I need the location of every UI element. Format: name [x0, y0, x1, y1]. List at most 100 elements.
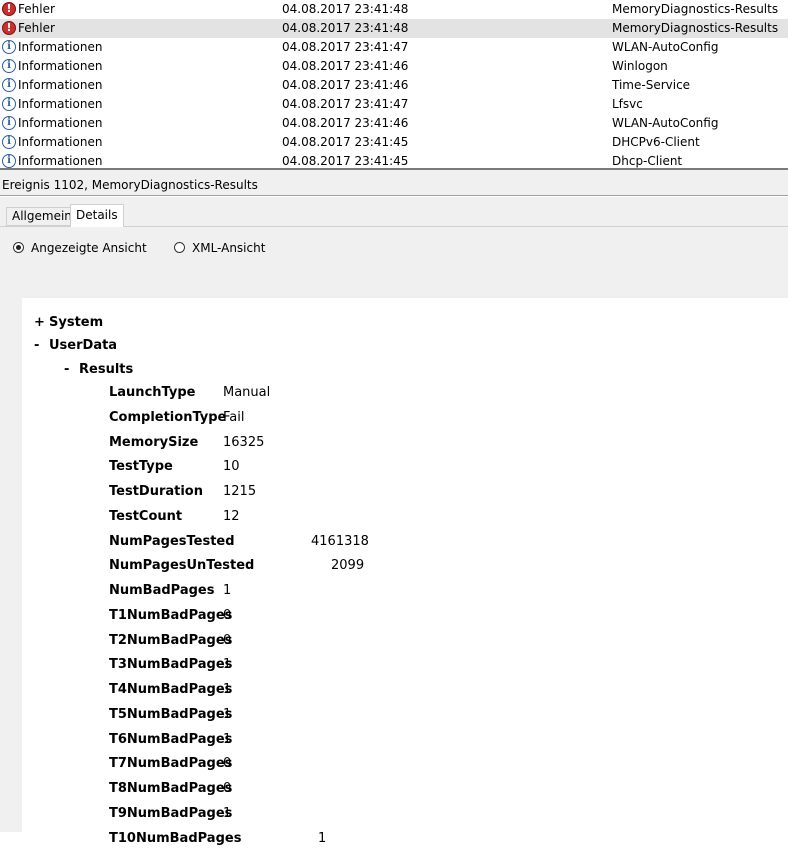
event-source: WLAN-AutoConfig: [612, 40, 719, 54]
property-row: T10NumBadPages 1: [109, 830, 326, 849]
property-name: T10NumBadPages: [109, 830, 242, 846]
event-data-tree: + System - UserData - Results LaunchType…: [22, 298, 788, 848]
friendly-view-label: Angezeigte Ansicht: [31, 241, 147, 255]
property-row: T5NumBadPages 1: [109, 707, 232, 725]
tree-node-userdata[interactable]: UserData: [49, 338, 117, 354]
property-name: T7NumBadPages: [109, 756, 233, 772]
property-row: T6NumBadPages 1: [109, 732, 232, 750]
event-detail-pane: Allgemein Details Angezeigte Ansicht XML…: [0, 197, 788, 848]
property-value: 0: [223, 607, 232, 623]
event-source: DHCPv6-Client: [612, 135, 700, 149]
event-row[interactable]: i Informationen 04.08.2017 23:41:46 Winlogo…: [0, 57, 788, 76]
tab-allgemein[interactable]: Allgemein: [6, 207, 78, 226]
property-value: 1: [223, 805, 232, 821]
property-row: T3NumBadPages 1: [109, 657, 232, 675]
property-row: T7NumBadPages 0: [109, 756, 232, 774]
event-date: 04.08.2017 23:41:46: [282, 78, 409, 92]
event-details-header: Ereignis 1102, MemoryDiagnostics-Results: [0, 170, 788, 196]
event-row[interactable]: ! Fehler 04.08.2017 23:41:48 MemoryDiagnost…: [0, 0, 788, 19]
property-name: T3NumBadPages: [109, 657, 233, 673]
event-level: Informationen: [18, 78, 103, 92]
xml-view-label: XML-Ansicht: [192, 241, 266, 255]
property-value: 1: [223, 706, 232, 722]
event-level: Informationen: [18, 59, 103, 73]
property-name: T4NumBadPages: [109, 682, 233, 697]
tab-details[interactable]: Details: [70, 204, 124, 227]
property-value: 0: [223, 632, 232, 648]
property-name: TestDuration: [109, 484, 203, 499]
property-name: T1NumBadPages: [109, 607, 233, 623]
info-icon: i: [2, 97, 16, 111]
error-icon: !: [2, 21, 16, 35]
event-date: 04.08.2017 23:41:45: [282, 154, 409, 168]
event-source: Winlogon: [612, 59, 668, 73]
event-date: 04.08.2017 23:41:47: [282, 97, 409, 111]
property-value: 0: [223, 781, 232, 796]
property-row: T9NumBadPages 1: [109, 806, 232, 824]
property-value: 4161318: [311, 533, 369, 549]
info-icon: i: [2, 40, 16, 54]
property-value: 0: [223, 756, 232, 772]
property-row: T1NumBadPages 0: [109, 608, 232, 626]
property-name: CompletionType: [109, 409, 227, 425]
event-source: WLAN-AutoConfig: [612, 116, 719, 130]
property-row: NumPagesTested 4161318: [109, 533, 369, 552]
event-source: MemoryDiagnostics-Results: [612, 2, 779, 16]
event-level: Informationen: [18, 40, 103, 54]
property-name: TestCount: [109, 508, 183, 524]
event-title: Ereignis 1102, MemoryDiagnostics-Results: [2, 178, 258, 192]
event-list[interactable]: ! Fehler 04.08.2017 23:41:48 MemoryDiagnost…: [0, 0, 788, 168]
details-tab-content: Angezeigte Ansicht XML-Ansicht + System …: [0, 226, 788, 848]
property-row: T8NumBadPages 0: [109, 781, 232, 799]
property-row: NumPagesUnTested 2099: [109, 558, 364, 576]
property-name: LaunchType: [109, 385, 196, 400]
collapse-userdata-toggle[interactable]: -: [34, 338, 39, 353]
event-row[interactable]: i Informationen 04.08.2017 23:41:45 DHCPv6-…: [0, 133, 788, 152]
property-value: 12: [223, 508, 240, 524]
event-level: Informationen: [18, 154, 103, 168]
tree-node-results[interactable]: Results: [79, 362, 133, 378]
radio-selected-icon: [13, 242, 24, 253]
info-icon: i: [2, 78, 16, 92]
error-icon: !: [2, 2, 16, 16]
property-value: 1: [223, 583, 232, 598]
event-date: 04.08.2017 23:41:46: [282, 59, 409, 73]
event-row[interactable]: ! Fehler 04.08.2017 23:41:48 MemoryDiagnost…: [0, 19, 788, 38]
event-date: 04.08.2017 23:41:48: [282, 21, 409, 35]
property-value: 1: [318, 830, 327, 846]
property-value: 2099: [331, 558, 365, 574]
event-source: Lfsvc: [612, 97, 643, 111]
event-source: Dhcp-Client: [612, 154, 683, 168]
event-row[interactable]: i Informationen 04.08.2017 23:41:46 Time-Se…: [0, 76, 788, 95]
property-name: T9NumBadPages: [109, 805, 233, 821]
property-name: NumPagesTested: [109, 533, 235, 549]
property-value: Manual: [223, 385, 271, 400]
event-row[interactable]: i Informationen 04.08.2017 23:41:47 WLAN-Au…: [0, 38, 788, 57]
tree-node-system[interactable]: System: [49, 315, 103, 331]
property-row: LaunchType Manual: [109, 385, 270, 403]
event-row[interactable]: i Informationen 04.08.2017 23:41:46 WLAN-Au…: [0, 114, 788, 133]
event-row[interactable]: i Informationen 04.08.2017 23:41:47 Lfsvc: [0, 95, 788, 114]
radio-unselected-icon: [174, 242, 185, 253]
event-source: MemoryDiagnostics-Results: [612, 21, 779, 35]
collapse-results-toggle[interactable]: -: [64, 362, 69, 377]
event-level: Informationen: [18, 116, 103, 130]
info-icon: i: [2, 135, 16, 149]
property-row: CompletionType Fail: [109, 409, 244, 428]
property-value: 1: [223, 682, 232, 697]
property-name: NumBadPages: [109, 583, 215, 598]
expand-system-toggle[interactable]: +: [34, 315, 45, 330]
info-icon: i: [2, 116, 16, 130]
property-name: T2NumBadPages: [109, 632, 233, 648]
property-name: T8NumBadPages: [109, 781, 233, 796]
event-level: Informationen: [18, 97, 103, 111]
event-date: 04.08.2017 23:41:47: [282, 40, 409, 54]
property-row: MemorySize 16325: [109, 434, 264, 453]
property-name: NumPagesUnTested: [109, 558, 255, 574]
property-row: NumBadPages 1: [109, 583, 231, 601]
property-name: MemorySize: [109, 434, 199, 450]
property-name: T6NumBadPages: [109, 731, 233, 747]
event-row[interactable]: i Informationen 04.08.2017 23:41:45 Dhcp-Cl…: [0, 152, 788, 168]
property-value: 1215: [223, 484, 257, 499]
info-icon: i: [2, 59, 16, 73]
